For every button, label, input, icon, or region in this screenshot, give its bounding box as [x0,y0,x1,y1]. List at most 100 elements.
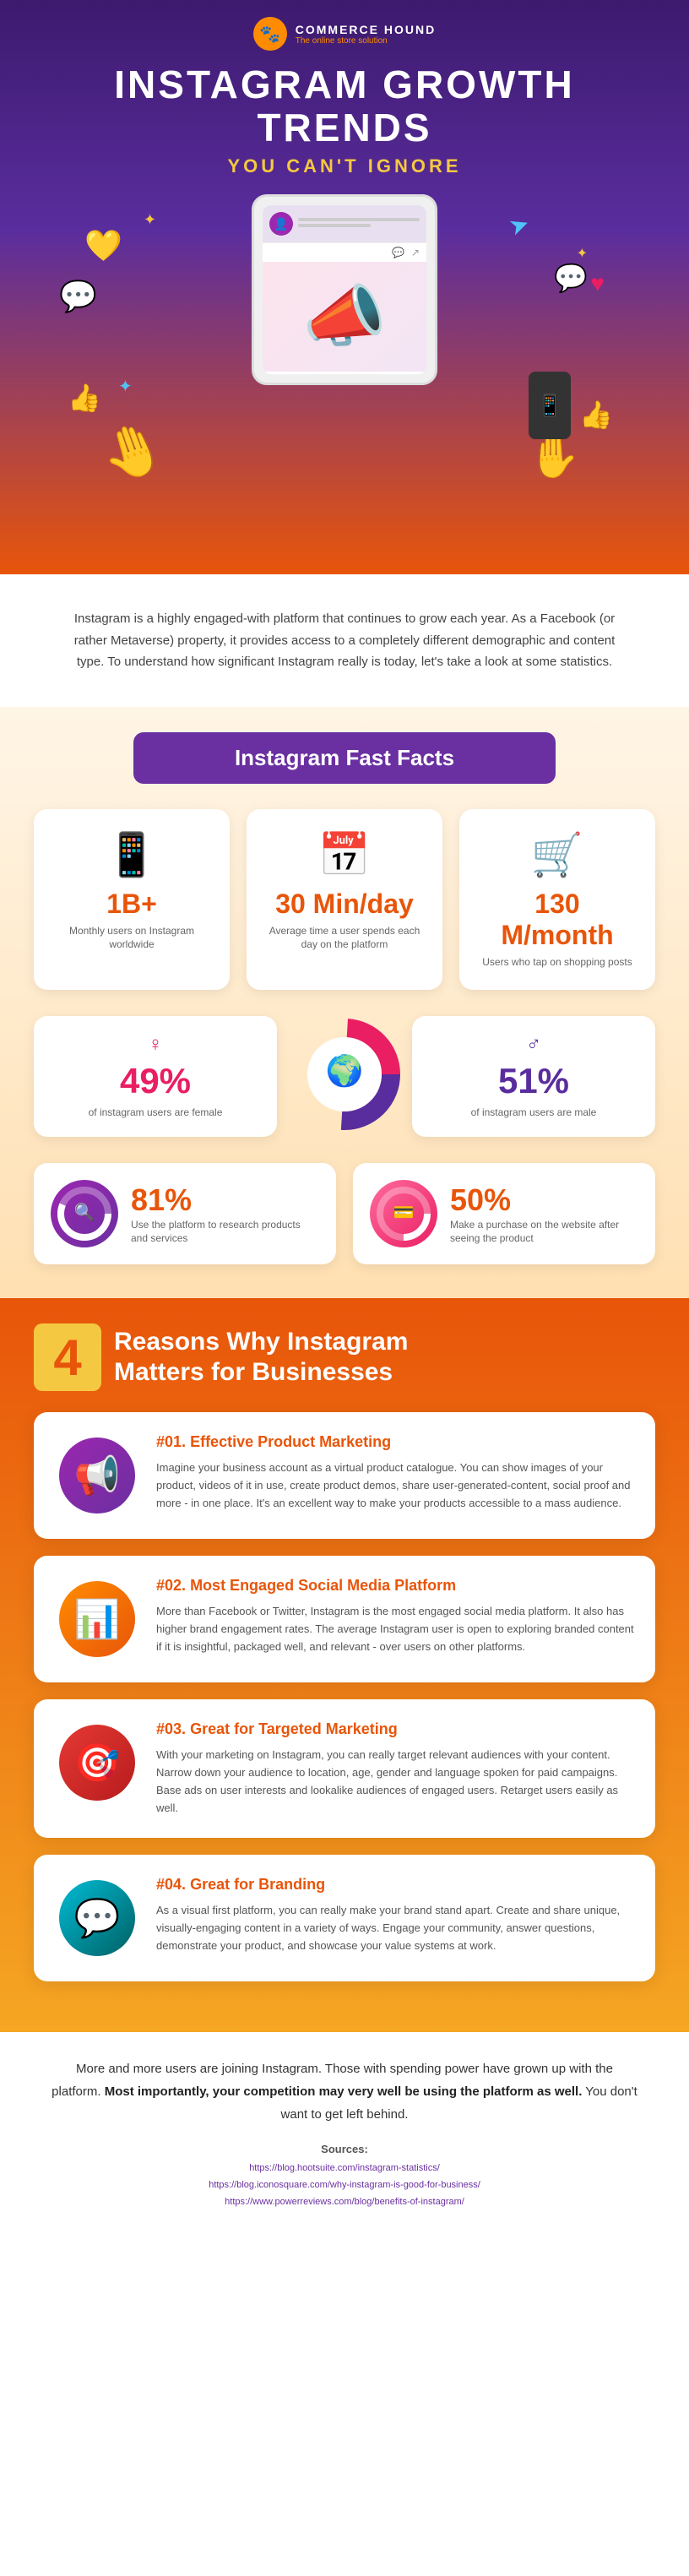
reasons-title: Reasons Why InstagramMatters for Busines… [114,1327,408,1388]
facts-section: Instagram Fast Facts 📱 1B+ Monthly users… [0,707,689,1299]
reason-card-0: 📢 #01. Effective Product Marketing Imagi… [34,1412,655,1539]
brand-bar: 🐾 COMMERCE HOUND The online store soluti… [34,17,655,51]
facts-section-title: Instagram Fast Facts [133,732,556,784]
reason-text-3: As a visual first platform, you can real… [156,1902,634,1954]
reason-content-0: #01. Effective Product Marketing Imagine… [156,1433,634,1512]
star-deco-icon: ✦ [144,211,156,229]
bottom-stats-row: 🔍 81% Use the platform to research produ… [34,1163,655,1264]
stat-desc-0: Use the platform to research products an… [131,1218,319,1247]
stat-donut-0: 🔍 [55,1184,114,1243]
reason-card-1: 📊 #02. Most Engaged Social Media Platfor… [34,1556,655,1682]
fact-icon-0: 📱 [51,830,213,880]
reason-icon-1: 📊 [59,1581,135,1657]
phone-small-icon: 📱 [529,372,571,439]
male-stat-card: ♂ 51% of instagram users are male [412,1016,655,1137]
brand-logo-icon: 🐾 [253,17,287,51]
facts-grid: 📱 1B+ Monthly users on Instagram worldwi… [34,809,655,991]
reason-text-1: More than Facebook or Twitter, Instagram… [156,1603,634,1655]
gender-donut-chart: 🌍 [285,1015,404,1138]
heart-right-deco-icon: ♥ [590,270,605,297]
stat-icon-0: 🔍 [51,1180,118,1247]
reason-icon-wrap-0: 📢 [55,1433,139,1518]
donut-center-icon: 🌍 [326,1053,364,1088]
brand-tagline: The online store solution [296,36,436,46]
stat-icon-glyph-0: 🔍 [74,1201,95,1222]
reason-title-1: #02. Most Engaged Social Media Platform [156,1577,634,1595]
star-bottom-deco-icon: ✦ [118,376,133,397]
fact-number-0: 1B+ [51,889,213,920]
source-link-1[interactable]: https://blog.iconosquare.com/why-instagr… [51,2177,638,2194]
reason-title-2: #03. Great for Targeted Marketing [156,1720,634,1738]
reason-icon-0: 📢 [59,1437,135,1514]
source-link-2[interactable]: https://www.powerreviews.com/blog/benefi… [51,2194,638,2211]
stat-card-0: 🔍 81% Use the platform to research produ… [34,1163,336,1264]
reason-icon-wrap-3: 💬 [55,1876,139,1960]
sub-title: YOU CAN'T IGNORE [34,155,655,177]
sources-title: Sources: [51,2143,638,2155]
stat-icon-1: 💳 [370,1180,437,1247]
reason-title-3: #04. Great for Branding [156,1876,634,1894]
reason-text-0: Imagine your business account as a virtu… [156,1459,634,1512]
fact-number-1: 30 Min/day [263,889,426,920]
stat-pct-1: 50% [450,1182,638,1218]
stat-pct-0: 81% [131,1182,319,1218]
reason-content-2: #03. Great for Targeted Marketing With y… [156,1720,634,1817]
bubble-teal-deco-icon: 💬 [554,262,588,294]
intro-text: Instagram is a highly engaged-with platf… [68,608,621,673]
reason-icon-wrap-2: 🎯 [55,1720,139,1805]
brand-name: COMMERCE HOUND [296,23,436,36]
thumb-left-deco-icon: 👍 [68,382,101,414]
stat-desc-1: Make a purchase on the website after see… [450,1218,638,1247]
fact-card-0: 📱 1B+ Monthly users on Instagram worldwi… [34,809,230,991]
fact-card-2: 🛒 130 M/month Users who tap on shopping … [459,809,655,991]
reason-text-2: With your marketing on Instagram, you ca… [156,1747,634,1817]
male-icon: ♂ [429,1033,638,1057]
fact-label-0: Monthly users on Instagram worldwide [51,924,213,953]
reasons-number: 4 [34,1323,101,1391]
reason-icon-wrap-1: 📊 [55,1577,139,1661]
hero-illustration: 💛 ✦ ➤ ✦ ♥ 💬 👍 👍 💬 ➤ ✦ 👤 [34,194,655,481]
tablet-avatar-icon: 👤 [269,212,293,236]
footer-section: More and more users are joining Instagra… [0,2032,689,2236]
source-link-0[interactable]: https://blog.hootsuite.com/instagram-sta… [51,2160,638,2177]
header-section: 🐾 COMMERCE HOUND The online store soluti… [0,0,689,574]
male-label: of instagram users are male [429,1106,638,1120]
hand-right-icon: 🤚 [527,432,579,481]
intro-section: Instagram is a highly engaged-with platf… [0,574,689,707]
reason-card-2: 🎯 #03. Great for Targeted Marketing With… [34,1699,655,1838]
reason-icon-3: 💬 [59,1880,135,1956]
fact-label-2: Users who tap on shopping posts [476,955,638,970]
stat-donut-1: 💳 [374,1184,433,1243]
tablet-share-icon: ↗ [411,247,420,258]
bubble-left-deco-icon: 💬 [59,279,97,314]
heart-deco-icon: 💛 [84,228,122,264]
reason-content-3: #04. Great for Branding As a visual firs… [156,1876,634,1954]
reasons-title-row: 4 Reasons Why InstagramMatters for Busin… [34,1323,655,1391]
reasons-section: 4 Reasons Why InstagramMatters for Busin… [0,1298,689,2032]
main-title: INSTAGRAM GROWTH TRENDS [34,63,655,149]
reason-card-3: 💬 #04. Great for Branding As a visual fi… [34,1855,655,1981]
megaphone-icon: 📣 [302,277,387,356]
tablet-comment-icon: 💬 [392,247,404,258]
fact-number-2: 130 M/month [476,889,638,951]
reason-content-1: #02. Most Engaged Social Media Platform … [156,1577,634,1655]
female-icon: ♀ [51,1033,260,1057]
reason-icon-2: 🎯 [59,1725,135,1801]
reason-title-0: #01. Effective Product Marketing [156,1433,634,1451]
stat-card-1: 💳 50% Make a purchase on the website aft… [353,1163,655,1264]
stat-text-0: 81% Use the platform to research product… [131,1182,319,1247]
fact-card-1: 📅 30 Min/day Average time a user spends … [247,809,442,991]
fact-icon-1: 📅 [263,830,426,880]
female-stat-card: ♀ 49% of instagram users are female [34,1016,277,1137]
female-percentage: 49% [51,1061,260,1101]
stat-text-1: 50% Make a purchase on the website after… [450,1182,638,1247]
thumb-right-deco-icon: 👍 [579,399,613,431]
tablet-mockup: 👤 💬 ↗ 📣 [252,194,437,385]
donut-svg: 🌍 [285,1015,404,1133]
fact-icon-2: 🛒 [476,830,638,880]
footer-highlight: More and more users are joining Instagra… [51,2057,638,2126]
brand-text: COMMERCE HOUND The online store solution [296,23,436,46]
male-percentage: 51% [429,1061,638,1101]
stat-icon-glyph-1: 💳 [393,1204,415,1222]
fact-label-1: Average time a user spends each day on t… [263,924,426,953]
